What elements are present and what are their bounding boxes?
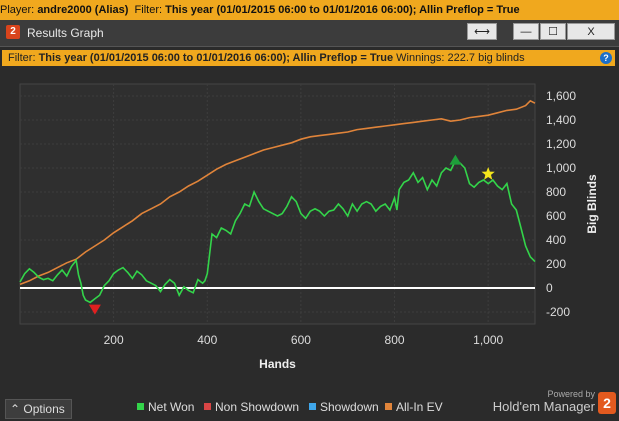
player-label: Player: bbox=[0, 4, 35, 16]
results-chart-svg: -200 0 200 400 600 800 1,000 1,200 1,400 1,600 200… bbox=[19, 83, 599, 371]
results-graph: -200 0 200 400 600 800 1,000 1,200 1,400 1,600 200… bbox=[0, 68, 619, 398]
brand-name: Hold'em Manager bbox=[492, 399, 595, 414]
y-tick-label: 600 bbox=[546, 209, 566, 223]
top-info-bar: Player: andre2000 (Alias) Filter: This y… bbox=[0, 0, 619, 20]
maximize-button[interactable]: ☐ bbox=[540, 23, 566, 40]
legend-net-won[interactable]: Net Won bbox=[137, 400, 194, 414]
powered-by-text: Powered by bbox=[547, 389, 595, 399]
filter-value: This year (01/01/2015 06:00 to 01/01/201… bbox=[38, 52, 394, 64]
legend-showdown[interactable]: Showdown bbox=[309, 400, 379, 414]
window-titlebar: 2 Results Graph ⟷ — ☐ X bbox=[0, 20, 619, 47]
y-tick-label: 1,200 bbox=[546, 137, 576, 151]
legend-swatch bbox=[309, 403, 316, 410]
winnings-label: Winnings: bbox=[396, 52, 445, 64]
window-title: Results Graph bbox=[27, 26, 104, 40]
close-button[interactable]: X bbox=[567, 23, 615, 40]
legend-non-showdown[interactable]: Non Showdown bbox=[204, 400, 299, 414]
top-filter-value: This year (01/01/2015 06:00 to 01/01/201… bbox=[165, 4, 520, 16]
x-tick-label: 600 bbox=[291, 333, 311, 347]
y-tick-label: -200 bbox=[546, 305, 570, 319]
player-value: andre2000 (Alias) bbox=[37, 4, 129, 16]
top-filter-label: Filter: bbox=[134, 4, 163, 16]
y-tick-label: 400 bbox=[546, 233, 566, 247]
y-tick-label: 1,000 bbox=[546, 161, 576, 175]
legend-all-in-ev[interactable]: All-In EV bbox=[385, 400, 443, 414]
x-tick-label: 1,000 bbox=[473, 333, 503, 347]
y-tick-label: 800 bbox=[546, 185, 566, 199]
winnings-value: 222.7 big blinds bbox=[447, 52, 525, 64]
y-tick-label: 0 bbox=[546, 281, 553, 295]
y-tick-label: 1,400 bbox=[546, 113, 576, 127]
legend-swatch bbox=[385, 403, 392, 410]
y-axis-label: Big Blinds bbox=[585, 174, 599, 234]
legend-label: Non Showdown bbox=[215, 400, 300, 414]
legend-label: All-In EV bbox=[396, 400, 443, 414]
options-label: Options bbox=[23, 402, 65, 416]
resize-button[interactable]: ⟷ bbox=[467, 23, 497, 40]
x-tick-label: 400 bbox=[197, 333, 217, 347]
filter-label: Filter: bbox=[8, 52, 36, 64]
hm2-app-icon: 2 bbox=[6, 25, 20, 39]
legend-swatch bbox=[204, 403, 211, 410]
legend-swatch bbox=[137, 403, 144, 410]
options-button[interactable]: ⌃ Options bbox=[5, 399, 72, 419]
chevron-up-icon: ⌃ bbox=[10, 402, 21, 416]
x-tick-label: 200 bbox=[104, 333, 124, 347]
hm2-logo-icon: 2 bbox=[598, 392, 616, 414]
bottom-bar: ⌃ Options Net Won Non Showdown Showdown … bbox=[0, 389, 619, 421]
legend-label: Showdown bbox=[320, 400, 379, 414]
x-tick-label: 800 bbox=[385, 333, 405, 347]
y-tick-label: 200 bbox=[546, 257, 566, 271]
y-tick-label: 1,600 bbox=[546, 89, 576, 103]
filter-bar: Filter: This year (01/01/2015 06:00 to 0… bbox=[2, 50, 615, 66]
x-axis-label: Hands bbox=[259, 357, 296, 371]
help-icon[interactable]: ? bbox=[600, 52, 612, 64]
minimize-button[interactable]: — bbox=[513, 23, 539, 40]
brand: Powered by Hold'em Manager bbox=[493, 389, 595, 414]
legend-label: Net Won bbox=[148, 400, 195, 414]
